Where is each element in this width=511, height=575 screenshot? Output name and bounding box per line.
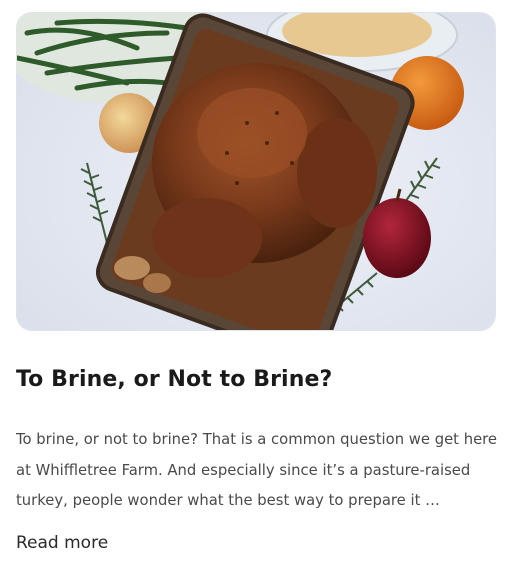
read-more-link[interactable]: Read more <box>16 533 108 553</box>
post-excerpt: To brine, or not to brine? That is a com… <box>16 431 498 509</box>
post-featured-image[interactable] <box>16 12 496 331</box>
roast-turkey-photo <box>17 13 495 330</box>
post-title[interactable]: To Brine, or Not to Brine? <box>16 367 332 392</box>
blog-post-card: To Brine, or Not to Brine? To brine, or … <box>16 12 497 553</box>
